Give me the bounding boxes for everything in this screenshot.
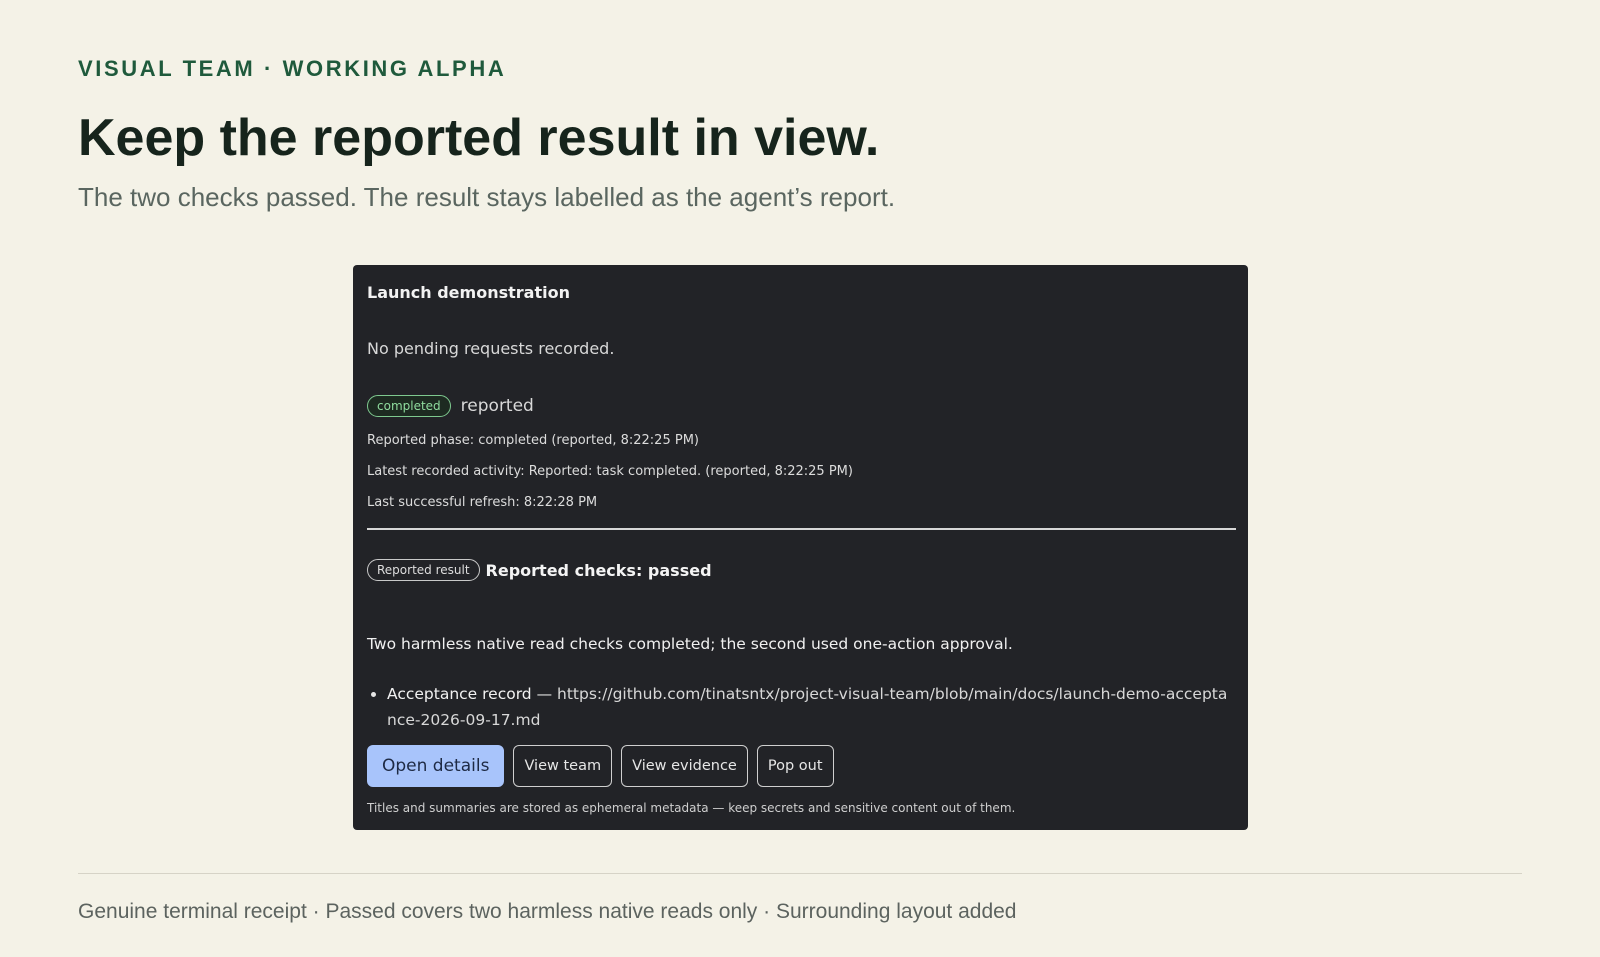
- action-button-row: Open details View team View evidence Pop…: [367, 745, 834, 787]
- status-qualifier: reported: [460, 396, 534, 416]
- evidence-list: Acceptance record — https://github.com/t…: [367, 681, 1233, 733]
- view-evidence-button[interactable]: View evidence: [621, 745, 748, 787]
- open-details-button[interactable]: Open details: [367, 745, 505, 787]
- latest-activity-line: Latest recorded activity: Reported: task…: [367, 464, 853, 479]
- metadata-footnote: Titles and summaries are stored as ephem…: [367, 801, 1016, 815]
- page-title: Keep the reported result in view.: [78, 109, 880, 167]
- last-refresh-line: Last successful refresh: 8:22:28 PM: [367, 495, 598, 510]
- eyebrow-label: VISUAL TEAM · WORKING ALPHA: [78, 56, 507, 81]
- pending-requests-text: No pending requests recorded.: [367, 339, 615, 358]
- footer-divider: [78, 873, 1522, 874]
- footer-caption: Genuine terminal receipt · Passed covers…: [78, 900, 1017, 923]
- completed-status-badge: completed: [367, 395, 451, 417]
- section-divider: [367, 528, 1236, 530]
- result-row: Reported result Reported checks: passed: [367, 559, 712, 581]
- reported-phase-line: Reported phase: completed (reported, 8:2…: [367, 433, 699, 448]
- view-team-button[interactable]: View team: [513, 745, 613, 787]
- list-item: Acceptance record — https://github.com/t…: [387, 681, 1233, 733]
- pop-out-button[interactable]: Pop out: [756, 745, 834, 787]
- evidence-label: Acceptance record: [387, 685, 532, 703]
- panel-title: Launch demonstration: [367, 283, 570, 302]
- page-subtitle: The two checks passed. The result stays …: [78, 182, 896, 212]
- reported-result-badge: Reported result: [367, 559, 480, 581]
- evidence-separator: —: [531, 685, 558, 703]
- result-headline: Reported checks: passed: [485, 560, 712, 580]
- terminal-receipt-panel: Launch demonstration No pending requests…: [353, 265, 1248, 830]
- status-row: completed reported: [367, 395, 534, 417]
- result-summary: Two harmless native read checks complete…: [367, 635, 1013, 653]
